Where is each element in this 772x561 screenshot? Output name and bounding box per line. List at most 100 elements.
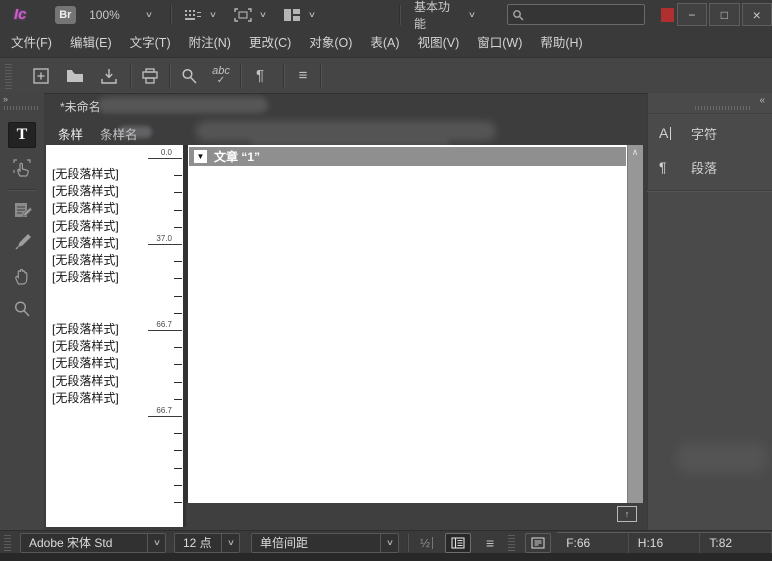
search-tool-button[interactable] <box>176 63 202 89</box>
open-document-button[interactable] <box>62 63 88 89</box>
incopy-logo: Ic <box>14 6 27 23</box>
arrange-documents-chevron-down-icon[interactable]: ∨ <box>308 10 316 19</box>
paragraph-style-row[interactable]: [无段落样式] <box>52 355 139 372</box>
ruler-tick <box>148 416 182 417</box>
spell-check-button[interactable]: abc ✓ <box>208 63 234 89</box>
menu-item[interactable]: 编辑(E) <box>61 29 121 57</box>
paragraph-style-row[interactable]: [无段落样式] <box>52 269 139 286</box>
divider <box>169 63 170 89</box>
ruler-tick <box>174 192 182 193</box>
paragraph-style-list-bottom: [无段落样式][无段落样式][无段落样式][无段落样式][无段落样式] <box>52 321 139 407</box>
proof-frame-icon[interactable] <box>232 5 254 25</box>
tools-grip-handle[interactable] <box>4 106 38 110</box>
divider <box>283 63 284 89</box>
proof-frame-chevron-down-icon[interactable]: ∨ <box>259 10 267 19</box>
vertical-scrollbar[interactable]: ∧ <box>627 145 643 503</box>
ruler-label: 66.7 <box>156 407 172 415</box>
menu-item[interactable]: 文件(F) <box>2 29 61 57</box>
menu-item[interactable]: 更改(C) <box>240 29 300 57</box>
divider <box>130 63 131 89</box>
hand-tool[interactable] <box>8 263 36 289</box>
paragraph-style-row[interactable]: [无段落样式] <box>52 321 139 338</box>
statusbar-grip-handle[interactable] <box>508 535 515 551</box>
copyfit-stat: T:82 <box>700 532 772 553</box>
paragraph-style-row[interactable]: [无段落样式] <box>52 390 139 407</box>
search-input[interactable] <box>524 8 640 22</box>
show-hidden-characters-button[interactable]: ¶ <box>247 63 273 89</box>
panel-tab-character[interactable]: A 字符 <box>647 118 772 148</box>
note-tool[interactable] <box>8 197 36 223</box>
eyedropper-tool[interactable] <box>8 230 36 256</box>
arrange-documents-icon[interactable] <box>282 5 304 25</box>
save-button[interactable] <box>96 63 122 89</box>
divider <box>407 534 408 552</box>
search-icon <box>512 9 524 21</box>
close-button[interactable]: × <box>742 3 772 26</box>
type-tool[interactable]: T <box>8 122 36 148</box>
tools-panel-header: » <box>0 93 44 115</box>
bridge-button[interactable]: Br <box>55 6 77 24</box>
zoom-tool[interactable] <box>8 296 36 322</box>
galley-info-toggle[interactable] <box>445 533 471 553</box>
font-size-select[interactable]: 12 点 ∨ <box>174 533 240 553</box>
ruler-tick <box>174 210 182 211</box>
toolbar-grip-handle[interactable] <box>5 63 12 89</box>
search-box[interactable] <box>507 4 645 25</box>
menu-item[interactable]: 表(A) <box>361 29 408 57</box>
toolbar-menu-icon[interactable]: ≡ <box>290 63 316 89</box>
menu-bar: 文件(F)编辑(E)文字(T)附注(N)更改(C)对象(O)表(A)视图(V)窗… <box>0 29 772 58</box>
ruler-tick <box>174 399 182 400</box>
paragraph-style-row[interactable]: [无段落样式] <box>52 252 139 269</box>
story-header[interactable]: ▼ 文章 “1” <box>189 147 626 166</box>
minimize-button[interactable]: − <box>677 3 707 26</box>
view-options-chevron-down-icon[interactable]: ∨ <box>209 10 217 19</box>
zoom-level-value[interactable]: 100% <box>89 8 120 22</box>
paragraph-style-row[interactable]: [无段落样式] <box>52 218 139 235</box>
statusbar-menu-icon[interactable]: ≡ <box>486 535 494 551</box>
ruler-tick <box>174 450 182 451</box>
position-tool[interactable] <box>8 155 36 181</box>
ruler-tick <box>148 330 182 331</box>
scroll-up-icon[interactable]: ∧ <box>627 147 643 158</box>
panel-tab-paragraph[interactable]: ¶ 段落 <box>647 152 772 182</box>
menu-item[interactable]: 帮助(H) <box>531 29 591 57</box>
paragraph-style-row[interactable]: [无段落样式] <box>52 373 139 390</box>
paragraph-style-row[interactable]: [无段落样式] <box>52 200 139 217</box>
copyfit-progress-icon[interactable] <box>525 533 551 553</box>
menu-item[interactable]: 附注(N) <box>180 29 240 57</box>
menu-item[interactable]: 对象(O) <box>300 29 361 57</box>
menu-item[interactable]: 视图(V) <box>409 29 469 57</box>
right-panel-grip-handle[interactable] <box>695 106 751 110</box>
panel-label: 段落 <box>691 158 717 177</box>
workspace-chevron-down-icon[interactable]: ∨ <box>468 10 476 19</box>
app-toolbar: abc ✓ ¶ ≡ <box>0 58 772 94</box>
print-button[interactable] <box>137 63 163 89</box>
maximize-button[interactable]: □ <box>709 3 739 26</box>
leading-select[interactable]: 单倍间距 ∨ <box>251 533 399 553</box>
paragraph-style-row[interactable]: [无段落样式] <box>52 338 139 355</box>
story-panel[interactable]: ▼ 文章 “1” ∧ <box>188 145 643 503</box>
font-family-select[interactable]: Adobe 宋体 Std ∨ <box>20 533 166 553</box>
ruler-tick <box>148 244 182 245</box>
new-document-button[interactable] <box>28 63 54 89</box>
menu-item[interactable]: 窗口(W) <box>468 29 531 57</box>
paragraph-style-row[interactable]: [无段落样式] <box>52 183 139 200</box>
menu-item[interactable]: 文字(T) <box>121 29 180 57</box>
workspace-switcher[interactable]: 基本功能 <box>414 0 461 32</box>
expand-panel-icon[interactable]: » <box>3 94 7 104</box>
copyfit-corner-icon[interactable]: ↑ <box>617 506 637 522</box>
view-options-icon[interactable] <box>183 5 205 25</box>
divider <box>240 63 241 89</box>
tab-galley[interactable]: 条样 <box>58 124 83 143</box>
view-tab-bar: 条样 条样名 <box>44 118 647 145</box>
paragraph-style-row[interactable]: [无段落样式] <box>52 235 139 252</box>
document-tab[interactable]: *未命名 <box>60 98 101 115</box>
statusbar-grip-handle[interactable] <box>4 535 11 551</box>
collapse-panel-icon[interactable]: « <box>759 95 764 106</box>
paragraph-style-row[interactable]: [无段落样式] <box>52 166 139 183</box>
position-tool-icon <box>11 157 33 179</box>
collapse-story-button[interactable]: ▼ <box>194 150 207 163</box>
tab-galley-copy[interactable]: 条样名 <box>100 124 138 143</box>
line-number-icon[interactable]: ½ <box>420 537 433 549</box>
zoom-chevron-down-icon[interactable]: ∨ <box>145 10 153 19</box>
